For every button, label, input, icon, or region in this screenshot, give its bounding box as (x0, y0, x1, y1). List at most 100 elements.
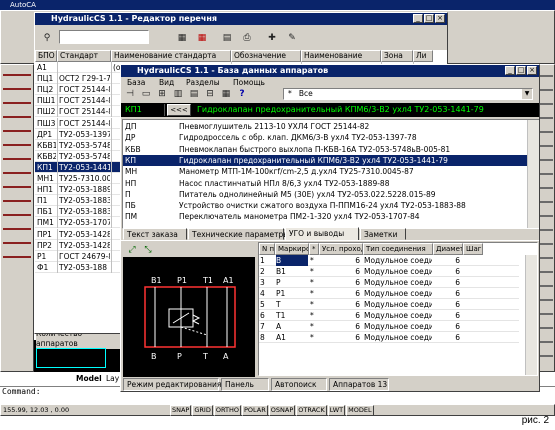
port-row[interactable]: 8 А1 * 6 Модульное соединен 6 (259, 332, 519, 343)
port-cell: Модульное соединен (364, 289, 432, 298)
layout-tab[interactable]: Lay (104, 374, 121, 383)
table-cell: ТУ25-7310.0045 (59, 174, 110, 183)
tab-3[interactable]: Заметки (360, 228, 406, 240)
port-cell: Модульное соединен (364, 256, 432, 265)
ports-scrollbar[interactable] (525, 255, 537, 375)
ports-column-header[interactable]: * (309, 243, 319, 255)
list-item[interactable]: НП Насос пластинчатый НПл 8/6,3 ухл4 ТУ2-… (123, 178, 527, 189)
status-toggle-model[interactable]: MODEL (346, 405, 374, 416)
db-maximize-button[interactable]: □ (516, 66, 526, 75)
port-cell: Модульное соединен (364, 300, 432, 309)
back-button[interactable]: <<< (167, 104, 191, 116)
port-row[interactable]: 4 Р1 * 6 Модульное соединен 6 (259, 288, 519, 299)
cell-divider (111, 173, 112, 184)
valve-icon[interactable]: ⊟ (203, 87, 217, 101)
port-row[interactable]: 1 В* 6 Модульное соединен 6 (259, 255, 519, 266)
port-label: А (223, 352, 229, 361)
list-item[interactable]: КБВ Пневмоклапан быстрого выхлопа П-КБВ-1… (123, 144, 527, 155)
list-column-header[interactable]: Обозначение (231, 50, 301, 62)
ports-column-header[interactable]: Усл. проход (319, 243, 363, 255)
connector-icon[interactable]: ⊞ (155, 87, 169, 101)
report-icon[interactable]: ▤ (220, 31, 234, 45)
search-input[interactable] (59, 30, 149, 44)
catalog-icon[interactable]: ▤ (187, 87, 201, 101)
binoculars-icon[interactable]: ⚲ (40, 31, 54, 45)
port-row[interactable]: 7 А * 6 Модульное соединен 6 (259, 321, 519, 332)
table-icon[interactable]: ▦ (175, 31, 189, 45)
insert-icon[interactable]: ⊣ (123, 87, 137, 101)
ports-icon[interactable]: ▥ (171, 87, 185, 101)
items-scrollbar[interactable] (527, 120, 539, 228)
cell-divider (57, 161, 58, 173)
minimize-button[interactable]: _ (413, 14, 423, 23)
list-item[interactable]: КП Гидроклапан предохранительный КПМ6/3-В… (123, 154, 527, 166)
port-cell: В1 (276, 267, 286, 276)
list-item[interactable]: П Питатель однолинейный М5 (30Е) ухл4 ТУ2… (123, 189, 527, 200)
port-cell (464, 288, 482, 299)
ports-column-header[interactable]: Шаг (463, 243, 483, 255)
table-cell: А1 (37, 63, 47, 72)
valve-symbol: В1 Р1 Т1 А1 В Р Т А (144, 276, 236, 361)
ports-column-header[interactable]: Диаметр (433, 243, 463, 255)
print-icon[interactable]: ⎙ (240, 31, 254, 45)
list-item[interactable]: ПМ Переключатель манометра ПМ2-1-320 ухл4… (123, 211, 527, 222)
ports-column-header[interactable]: Тип соединения (363, 243, 433, 255)
list-column-header[interactable]: Стандарт (57, 50, 111, 62)
ports-column-header[interactable]: N п/п (259, 243, 275, 255)
cell-divider (57, 106, 58, 118)
port-row[interactable]: 5 Т * 6 Модульное соединен 6 (259, 299, 519, 310)
status-toggle-snap[interactable]: SNAP (170, 405, 192, 416)
table-cell: ПШ2 (37, 107, 56, 117)
list-item[interactable]: ДР Гидродроссель с обр. клап. ДКМ6/3-В ух… (123, 132, 527, 143)
grid-icon[interactable]: ▦ (219, 87, 233, 101)
zoom-out-icon[interactable]: ⤡ (141, 243, 155, 257)
item-name: Пневмоглушитель 2113-10 УХЛ4 ГОСТ 25144-… (179, 122, 370, 131)
tab-2[interactable]: УГО и выводы (285, 227, 359, 241)
status-toggle-grid[interactable]: GRID (192, 405, 213, 416)
port-row[interactable]: 3 Р * 6 Модульное соединен 6 (259, 277, 519, 288)
filter-select[interactable]: * Все ▼ (283, 88, 533, 100)
port-row[interactable]: 2 В1 * 6 Модульное соединен 6 (259, 266, 519, 277)
cell-divider (111, 261, 112, 273)
delete-table-icon[interactable]: ▦ (195, 31, 209, 45)
list-column-header[interactable]: Ли (413, 50, 433, 62)
edit-icon[interactable]: ✎ (285, 31, 299, 45)
list-column-header[interactable]: Зона (381, 50, 413, 62)
list-column-header[interactable]: Наименование стандарта (111, 50, 231, 62)
port-label: В (151, 352, 157, 361)
status-toggle-otrack[interactable]: OTRACK (296, 405, 327, 416)
list-column-header[interactable]: БПО (35, 50, 57, 62)
db-close-button[interactable]: × (527, 66, 537, 75)
add-icon[interactable]: ✚ (265, 31, 279, 45)
status-toggle-osnap[interactable]: OSNAP (268, 405, 296, 416)
item-name: Питатель однолинейный М5 (30Е) ухл4 ТУ2-… (179, 189, 436, 199)
table-cell: КБВ2 (37, 151, 56, 161)
status-toggle-polar[interactable]: POLAR (241, 405, 268, 416)
port-cell: 6 (455, 333, 460, 342)
close-button[interactable]: × (435, 14, 445, 23)
port-cell: 5 (260, 300, 265, 309)
component-icon[interactable]: ▭ (139, 87, 153, 101)
status-toggle-ortho[interactable]: ORTHO (213, 405, 241, 416)
tab-0[interactable]: Текст заказа (123, 228, 187, 240)
port-cell: 8 (260, 333, 265, 342)
help-icon[interactable]: ? (235, 87, 249, 101)
list-item[interactable]: ПБ Устройство очистки сжатого воздуха П-П… (123, 200, 527, 211)
cell-divider (57, 261, 58, 273)
port-row[interactable]: 6 Т1 * 6 Модульное соединен 6 (259, 310, 519, 321)
maximize-button[interactable]: □ (424, 14, 434, 23)
item-code: ДП (125, 122, 137, 131)
db-minimize-button[interactable]: _ (505, 66, 515, 75)
table-cell: П1 (37, 196, 48, 206)
zoom-in-icon[interactable]: ⤢ (125, 243, 139, 257)
port-label: А1 (223, 276, 234, 285)
list-item[interactable]: МН Манометр МТП-1М-100кгf/cm-2,5 д.ухл4 Т… (123, 166, 527, 177)
list-column-header[interactable]: Наименование (301, 50, 381, 62)
list-item[interactable]: ДП Пневмоглушитель 2113-10 УХЛ4 ГОСТ 2514… (123, 121, 527, 132)
cell-divider (111, 195, 112, 207)
tab-1[interactable]: Технические параметры (188, 228, 289, 240)
status-toggle-lwt[interactable]: LWT (327, 405, 346, 416)
ports-column-header[interactable]: Маркировка (275, 243, 309, 255)
chevron-down-icon[interactable]: ▼ (522, 89, 532, 99)
model-tab[interactable]: Model (74, 374, 104, 383)
